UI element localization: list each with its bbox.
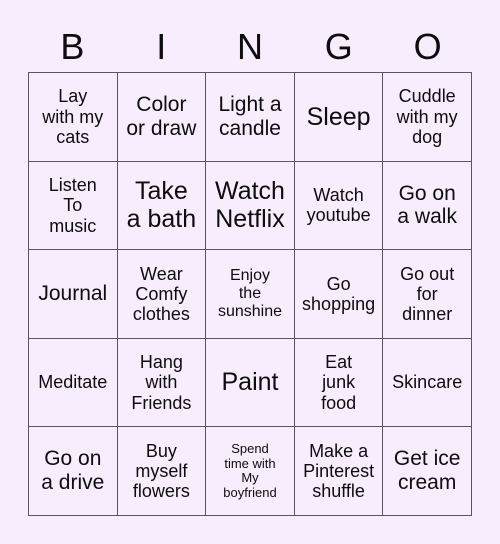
bingo-cell-label: Meditate: [38, 372, 108, 393]
bingo-cell[interactable]: Go on a walk: [383, 161, 472, 251]
bingo-cell-label: Take a bath: [126, 177, 197, 234]
bingo-cell-label: Go shopping: [302, 273, 376, 314]
bingo-cell[interactable]: Hang with Friends: [117, 338, 207, 428]
bingo-cell[interactable]: Spend time with My boyfriend: [206, 427, 295, 516]
bingo-cell-label: Color or draw: [126, 93, 197, 140]
bingo-cell[interactable]: Go shopping: [294, 250, 384, 339]
bingo-cell[interactable]: Go out for dinner: [383, 250, 472, 339]
header-letter-o: O: [413, 26, 442, 67]
header-letter-b: B: [60, 26, 85, 67]
header-letter-g: G: [324, 26, 353, 67]
bingo-cell-label: Enjoy the sunshine: [217, 266, 283, 321]
bingo-cell-label: Cuddle with my dog: [396, 86, 458, 147]
bingo-cell[interactable]: Watch youtube: [294, 161, 384, 251]
bingo-cell-label: Go on a walk: [397, 181, 457, 229]
bingo-cell[interactable]: Sleep: [294, 73, 384, 162]
header-letter-i: I: [156, 26, 167, 67]
bingo-cell-label: Get ice cream: [393, 447, 461, 495]
bingo-cell[interactable]: Skincare: [383, 338, 472, 428]
bingo-cell-label: Go out for dinner: [400, 263, 455, 325]
bingo-cell[interactable]: Go on a drive: [29, 427, 118, 516]
bingo-cell-label: Skincare: [392, 372, 463, 393]
bingo-cell[interactable]: Lay with my cats: [29, 73, 118, 162]
bingo-cell[interactable]: Buy myself flowers: [117, 427, 207, 516]
bingo-grid: Lay with my cats Color or draw Light a c…: [28, 72, 472, 516]
bingo-cell-label: Listen To music: [48, 174, 97, 236]
bingo-cell[interactable]: Paint: [206, 338, 295, 428]
bingo-cell[interactable]: Wear Comfy clothes: [117, 250, 207, 339]
bingo-cell-label: Lay with my cats: [42, 86, 104, 147]
bingo-cell[interactable]: Get ice cream: [383, 427, 472, 516]
bingo-cell-label: Hang with Friends: [131, 352, 192, 413]
bingo-cell[interactable]: Journal: [29, 250, 118, 339]
bingo-cell-label: Light a candle: [218, 93, 282, 140]
bingo-cell-label: Watch Netflix: [215, 177, 285, 234]
bingo-cell-label: Go on a drive: [41, 447, 105, 495]
bingo-cell[interactable]: Make a Pinterest shuffle: [294, 427, 384, 516]
bingo-cell[interactable]: Color or draw: [117, 73, 207, 162]
bingo-card: B I N G O Lay with my cats Color or draw…: [0, 0, 500, 544]
bingo-cell[interactable]: Enjoy the sunshine: [206, 250, 295, 339]
bingo-cell[interactable]: Cuddle with my dog: [383, 73, 472, 162]
header-letter-n: N: [236, 26, 263, 67]
bingo-cell[interactable]: Meditate: [29, 338, 118, 428]
bingo-cell-label: Watch youtube: [306, 185, 371, 226]
bingo-cell-label: Spend time with My boyfriend: [223, 440, 277, 500]
bingo-cell[interactable]: Watch Netflix: [206, 161, 295, 251]
bingo-cell-label: Eat junk food: [321, 352, 357, 413]
bingo-cell-label: Sleep: [306, 102, 371, 131]
bingo-header: B I N G O: [28, 22, 472, 72]
bingo-cell-label: Wear Comfy clothes: [132, 263, 190, 325]
bingo-cell-label: Buy myself flowers: [132, 440, 190, 502]
bingo-cell[interactable]: Take a bath: [117, 161, 207, 251]
bingo-cell-label: Paint: [221, 368, 279, 397]
bingo-cell[interactable]: Listen To music: [29, 161, 118, 251]
bingo-cell[interactable]: Eat junk food: [294, 338, 384, 428]
bingo-cell-label: Make a Pinterest shuffle: [303, 440, 375, 502]
bingo-cell[interactable]: Light a candle: [206, 73, 295, 162]
bingo-cell-label: Journal: [38, 282, 108, 306]
